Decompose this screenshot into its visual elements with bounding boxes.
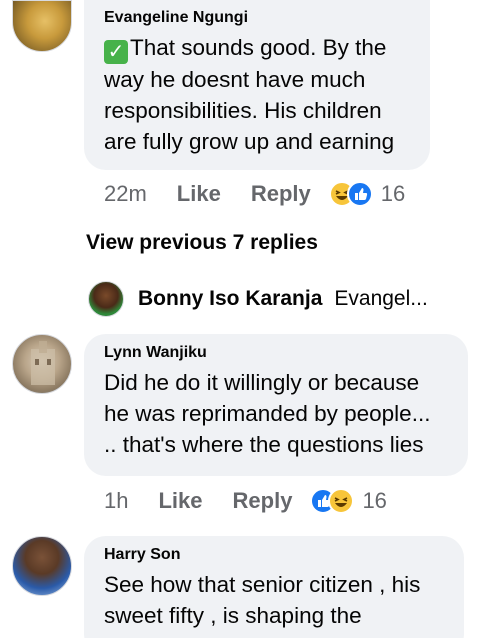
comment-time[interactable]: 1h [104,488,128,514]
comment-text: See how that senior citizen , his sweet … [104,569,446,631]
reaction-count: 16 [362,488,387,513]
comment-author[interactable]: Lynn Wanjiku [104,343,450,363]
comment-author[interactable]: Harry Son [104,545,446,565]
check-mark-icon: ✓ [104,40,128,64]
reply-preview-row[interactable]: Bonny Iso Karanja Evangel... [88,281,428,317]
reactions-summary[interactable]: 16 [328,181,406,207]
comment-meta-row: 22m Like Reply 16 [104,181,405,207]
reply-preview-author[interactable]: Bonny Iso Karanja [138,287,322,311]
like-button[interactable]: Like [158,488,202,514]
comment-time[interactable]: 22m [104,181,147,207]
comment-text-line: sweet fifty , is shaping the [104,603,362,628]
comment-meta-row: 1h Like Reply 16 [104,488,387,514]
avatar-bonny[interactable] [88,281,124,317]
reply-button[interactable]: Reply [233,488,293,514]
comment-author[interactable]: Evangeline Ngungi [104,8,412,28]
comment-text-line: .. that's where the questions lies [104,432,424,457]
haha-emoji-icon [328,488,355,514]
comment-text-line: See how that senior citizen , his [104,572,421,597]
avatar-lynn[interactable] [12,334,72,394]
comment-text-line: he was reprimanded by people... [104,401,431,426]
avatar-evangeline[interactable] [12,0,72,52]
comment-bubble-evangeline[interactable]: Evangeline Ngungi ✓ That sounds good. By … [84,0,430,170]
comment-bubble-lynn[interactable]: Lynn Wanjiku Did he do it willingly or b… [84,334,468,476]
like-emoji-icon [346,181,373,207]
like-button[interactable]: Like [177,181,221,207]
avatar-harry[interactable] [12,536,72,596]
comment-text-body: That sounds good. By the way he doesnt h… [104,35,395,154]
comment-text: ✓ That sounds good. By the way he doesnt … [104,32,412,157]
comment-text: Did he do it willingly or because he was… [104,367,450,460]
comment-bubble-harry[interactable]: Harry Son See how that senior citizen , … [84,536,464,638]
comment-text-line: Did he do it willingly or because [104,370,420,395]
reactions-summary[interactable]: 16 [310,488,387,514]
reaction-count: 16 [380,181,406,206]
reply-preview-snippet: Evangel... [334,287,428,310]
view-previous-replies-link[interactable]: View previous 7 replies [86,231,318,255]
reply-button[interactable]: Reply [251,181,311,207]
